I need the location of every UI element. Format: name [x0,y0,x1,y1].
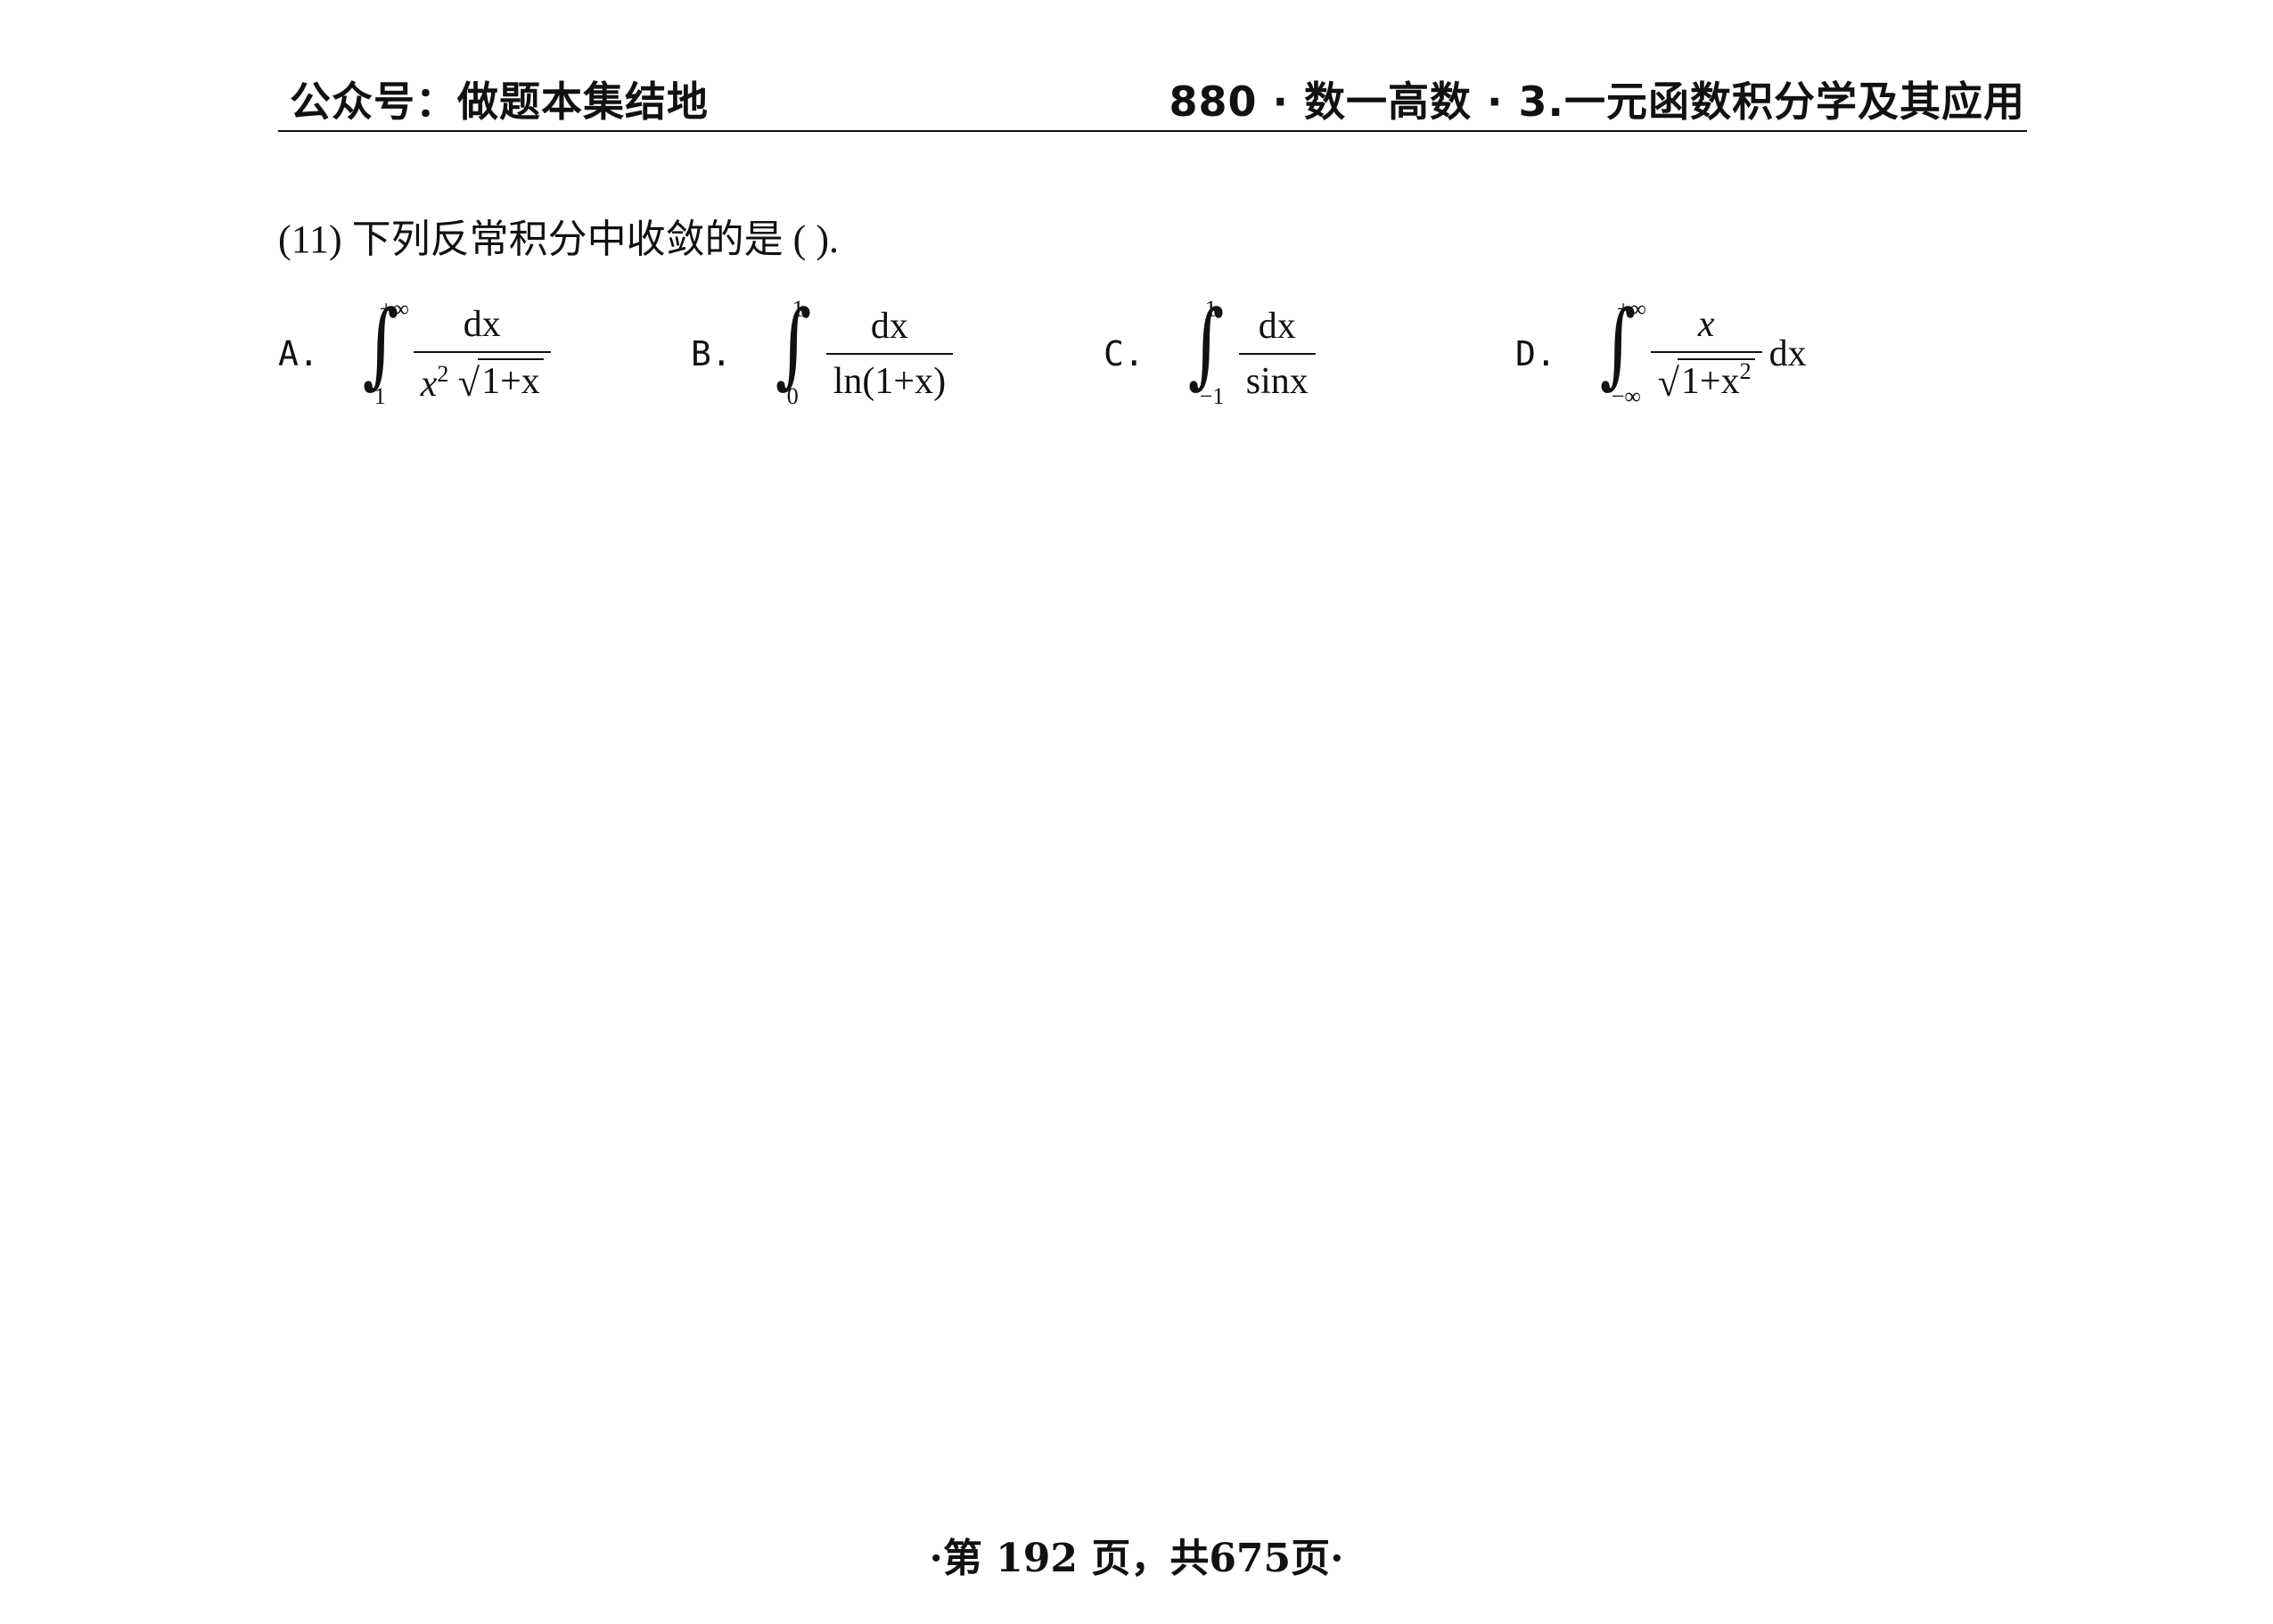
numerator: dx [870,306,908,347]
denominator: sinx [1238,353,1316,403]
option-a: A. ∫ +∞ 1 dx x2 √ 1+x [278,296,551,412]
lower-limit: 0 [786,383,799,409]
option-label: A. [278,334,319,373]
lower-limit: −1 [1199,383,1225,409]
option-c: C. ∫ 1 −1 dx sinx [1104,296,1316,412]
numerator: x [1697,303,1715,345]
option-label: D. [1515,334,1556,373]
header-right: 880 · 数一高数 · 3.一元函数积分学及其应用 [1169,78,2025,126]
lower-limit: −∞ [1611,383,1641,409]
fraction: dx ln(1+x) [825,305,954,403]
radical: √ 1+x2 [1658,357,1755,403]
differential: dx [1768,333,1807,374]
lower-limit: 1 [373,383,386,409]
integral-sign: ∫ 1 0 [775,290,812,409]
integral-sign: ∫ +∞ −∞ [1599,290,1646,409]
denominator: ln(1+x) [825,353,954,403]
upper-limit: +∞ [1616,296,1646,322]
numerator: dx [1258,306,1296,347]
header-divider [278,130,2027,132]
denominator: √ 1+x2 [1650,350,1762,406]
question-stem: (11) 下列反常积分中收敛的是 ( ). [278,217,839,261]
option-label: C. [1104,334,1145,373]
option-d: D. ∫ +∞ −∞ x √ 1+x2 dx [1515,296,1807,412]
radicand: 1+x [478,357,544,403]
numerator: dx [463,303,501,345]
page-footer: ·第 192 页，共675页· [929,1536,1344,1581]
radicand: 1+x2 [1677,357,1755,403]
upper-limit: 1 [792,296,804,322]
den-variable: x [420,363,438,405]
option-b: B. ∫ 1 0 dx ln(1+x) [691,290,954,412]
integral-sign: ∫ 1 −1 [1187,290,1225,409]
header-left: 公众号：做题本集结地 [290,78,709,126]
radicand-text: 1+x [1680,360,1740,402]
radical: √ 1+x [458,357,544,403]
fraction: x √ 1+x2 [1650,303,1762,406]
upper-limit: 1 [1204,296,1217,322]
denominator: x2 √ 1+x [413,350,551,406]
fraction: dx x2 √ 1+x [413,303,551,406]
upper-limit: +∞ [379,296,409,322]
den-exponent: 2 [1739,357,1752,384]
integral-sign: ∫ +∞ 1 [362,290,409,409]
fraction: dx sinx [1238,305,1316,403]
den-exponent: 2 [437,360,449,387]
option-label: B. [691,334,732,373]
